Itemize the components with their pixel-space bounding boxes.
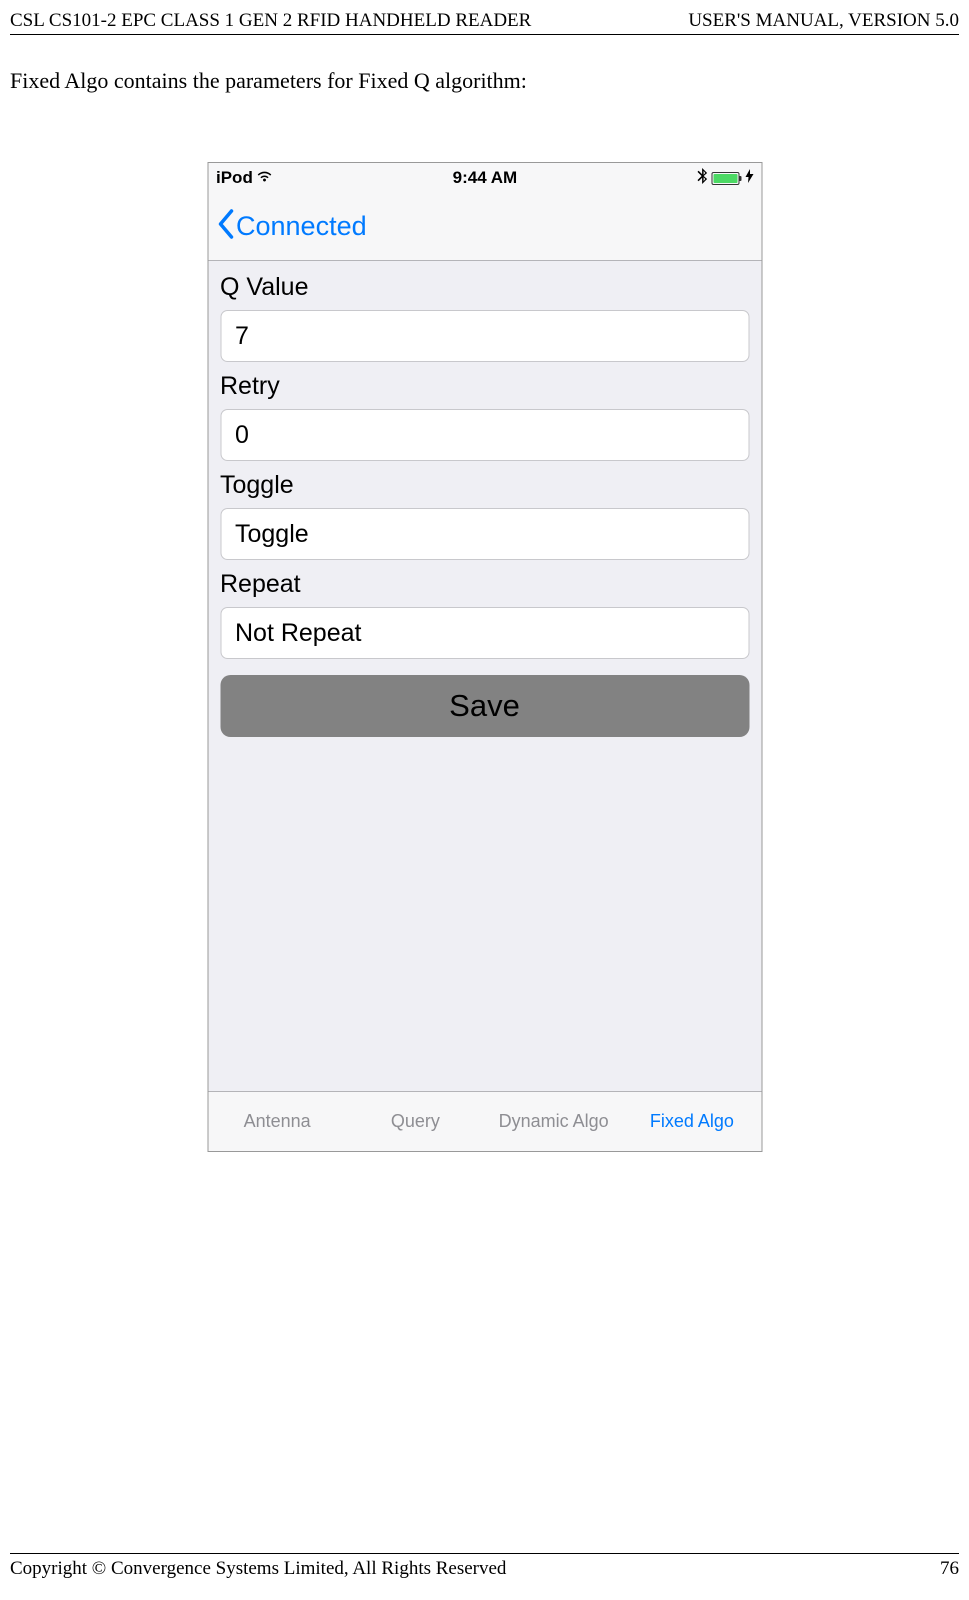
header-left: CSL CS101-2 EPC CLASS 1 GEN 2 RFID HANDH… [10, 10, 531, 32]
repeat-input[interactable]: Not Repeat [220, 607, 749, 659]
toggle-label: Toggle [220, 471, 749, 500]
form-area: Q Value 7 Retry 0 Toggle Toggle Repeat N… [208, 261, 761, 1091]
header-right: USER'S MANUAL, VERSION 5.0 [688, 10, 959, 32]
status-left: iPod [216, 168, 273, 188]
battery-icon [711, 172, 741, 185]
page-header: CSL CS101-2 EPC CLASS 1 GEN 2 RFID HANDH… [10, 10, 959, 35]
status-right [697, 168, 753, 189]
toggle-input[interactable]: Toggle [220, 508, 749, 560]
back-button[interactable]: Connected [216, 209, 367, 245]
repeat-label: Repeat [220, 570, 749, 599]
carrier-label: iPod [216, 168, 253, 188]
page-footer: Copyright © Convergence Systems Limited,… [10, 1553, 959, 1580]
tab-dynamic-algo[interactable]: Dynamic Algo [485, 1111, 623, 1132]
clock: 9:44 AM [453, 168, 518, 188]
nav-bar: Connected [208, 193, 761, 261]
footer-left: Copyright © Convergence Systems Limited,… [10, 1558, 506, 1580]
retry-input[interactable]: 0 [220, 409, 749, 461]
retry-label: Retry [220, 372, 749, 401]
body-paragraph: Fixed Algo contains the parameters for F… [10, 68, 527, 94]
tab-fixed-algo[interactable]: Fixed Algo [623, 1111, 761, 1132]
tab-bar: Antenna Query Dynamic Algo Fixed Algo [208, 1091, 761, 1151]
save-button[interactable]: Save [220, 675, 749, 737]
tab-query[interactable]: Query [346, 1111, 484, 1132]
tab-antenna[interactable]: Antenna [208, 1111, 346, 1132]
wifi-icon [257, 168, 273, 188]
back-label: Connected [236, 211, 367, 242]
bluetooth-icon [697, 168, 707, 189]
charging-icon [745, 168, 753, 188]
q-value-label: Q Value [220, 273, 749, 302]
ios-screenshot: iPod 9:44 AM Connected [207, 162, 762, 1152]
page-number: 76 [940, 1558, 959, 1580]
status-bar: iPod 9:44 AM [208, 163, 761, 193]
chevron-left-icon [216, 209, 234, 245]
q-value-input[interactable]: 7 [220, 310, 749, 362]
